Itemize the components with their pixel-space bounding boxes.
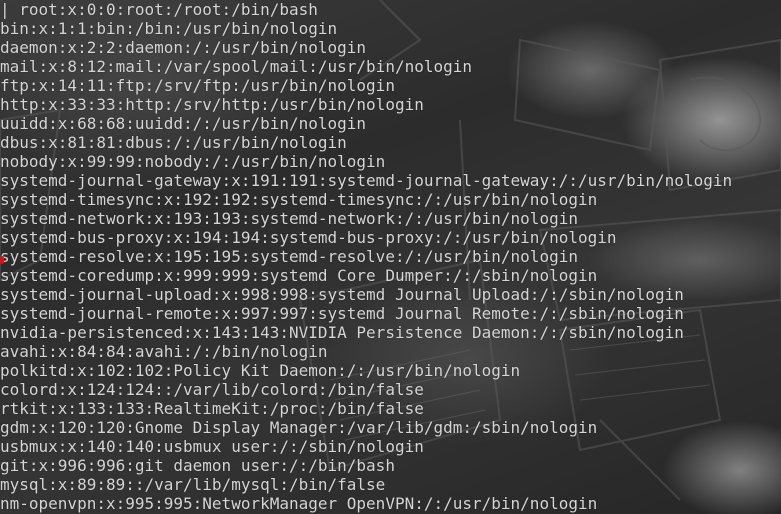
terminal-line: dbus:x:81:81:dbus:/:/usr/bin/nologin: [0, 133, 347, 152]
terminal-line: systemd-coredump:x:999:999:systemd Core …: [0, 266, 598, 285]
terminal-line: avahi:x:84:84:avahi:/:/bin/nologin: [0, 342, 328, 361]
terminal-line: git:x:996:996:git daemon user:/:/bin/bas…: [0, 456, 395, 475]
terminal-line: gdm:x:120:120:Gnome Display Manager:/var…: [0, 418, 598, 437]
terminal-line: systemd-journal-upload:x:998:998:systemd…: [0, 285, 684, 304]
terminal-line: systemd-timesync:x:192:192:systemd-times…: [0, 190, 598, 209]
terminal-line: mail:x:8:12:mail:/var/spool/mail:/usr/bi…: [0, 57, 473, 76]
terminal-line: nobody:x:99:99:nobody:/:/usr/bin/nologin: [0, 152, 386, 171]
terminal-line: nm-openvpn:x:995:995:NetworkManager Open…: [0, 494, 598, 513]
terminal-line: colord:x:124:124::/var/lib/colord:/bin/f…: [0, 380, 424, 399]
terminal-line: systemd-resolve:x:195:195:systemd-resolv…: [0, 247, 578, 266]
terminal-line: systemd-bus-proxy:x:194:194:systemd-bus-…: [0, 228, 617, 247]
terminal-line: http:x:33:33:http:/srv/http:/usr/bin/nol…: [0, 95, 424, 114]
red-marker-icon: [0, 256, 4, 264]
terminal-line: uuidd:x:68:68:uuidd:/:/usr/bin/nologin: [0, 114, 367, 133]
terminal-line: mysql:x:89:89::/var/lib/mysql:/bin/false: [0, 475, 386, 494]
terminal-line: bin:x:1:1:bin:/bin:/usr/bin/nologin: [0, 19, 338, 38]
terminal-line: systemd-journal-gateway:x:191:191:system…: [0, 171, 733, 190]
terminal-line: polkitd:x:102:102:Policy Kit Daemon:/:/u…: [0, 361, 521, 380]
terminal-line: rtkit:x:133:133:RealtimeKit:/proc:/bin/f…: [0, 399, 424, 418]
terminal-line: daemon:x:2:2:daemon:/:/usr/bin/nologin: [0, 38, 367, 57]
terminal-line: systemd-journal-remote:x:997:997:systemd…: [0, 304, 684, 323]
terminal-line: systemd-network:x:193:193:systemd-networ…: [0, 209, 578, 228]
terminal-line: | root:x:0:0:root:/root:/bin/bash: [0, 0, 318, 19]
terminal-line: ftp:x:14:11:ftp:/srv/ftp:/usr/bin/nologi…: [0, 76, 395, 95]
terminal-line: nvidia-persistenced:x:143:143:NVIDIA Per…: [0, 323, 684, 342]
terminal-line: usbmux:x:140:140:usbmux user:/:/sbin/nol…: [0, 437, 424, 456]
terminal-output[interactable]: | root:x:0:0:root:/root:/bin/bash bin:x:1…: [0, 0, 732, 513]
terminal-window[interactable]: | root:x:0:0:root:/root:/bin/bash bin:x:1…: [0, 0, 781, 514]
